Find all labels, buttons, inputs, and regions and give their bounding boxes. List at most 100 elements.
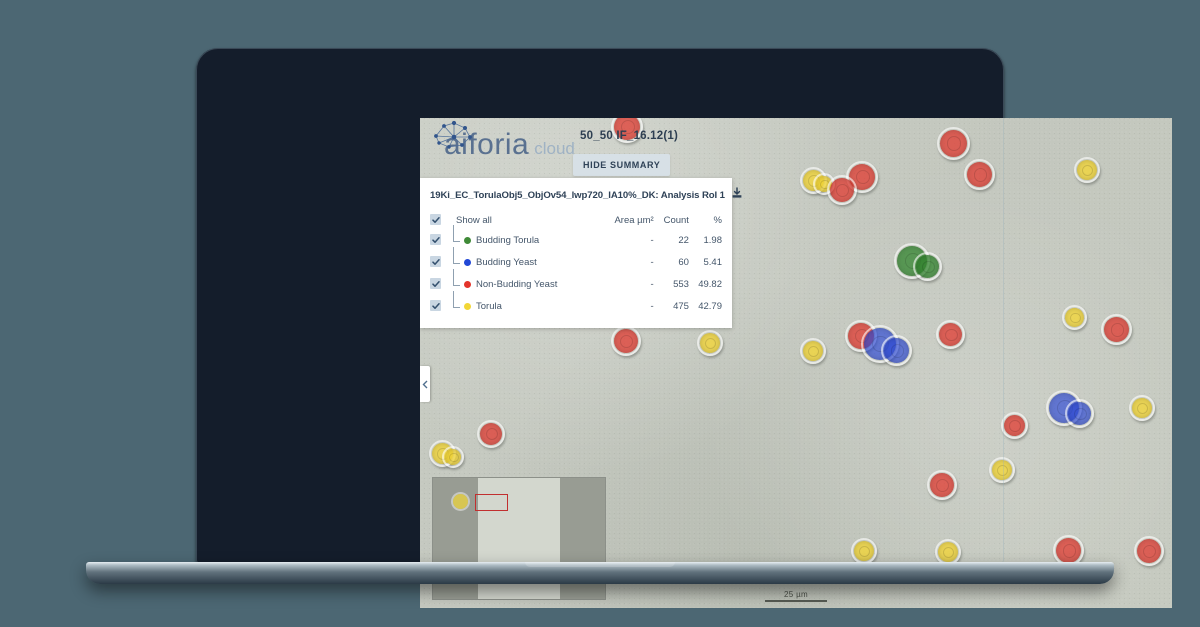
count-cell: 475 xyxy=(673,301,689,312)
cell-fill xyxy=(1077,160,1097,180)
cell-annotation[interactable] xyxy=(1101,314,1132,345)
cell-annotation[interactable] xyxy=(1062,305,1087,330)
area-cell: - xyxy=(650,279,654,290)
cell-fill xyxy=(803,341,823,361)
percent-cell: 5.41 xyxy=(703,257,723,268)
cell-annotation[interactable] xyxy=(800,167,835,195)
cell-bud xyxy=(913,252,942,281)
hide-summary-button[interactable]: HIDE SUMMARY xyxy=(573,154,671,176)
cell-fill xyxy=(614,329,638,353)
row-checkbox-cell[interactable] xyxy=(430,252,450,274)
cell-annotation[interactable] xyxy=(936,320,965,349)
cell-fill xyxy=(939,323,962,346)
area-cell: - xyxy=(650,257,654,268)
count-cell: 553 xyxy=(673,279,689,290)
scale-bar-label: 25 µm xyxy=(784,590,808,599)
show-all-checkbox[interactable] xyxy=(430,214,441,225)
bud-fill xyxy=(445,449,461,465)
cell-annotation[interactable] xyxy=(827,175,857,205)
cell-annotation[interactable] xyxy=(1001,412,1028,439)
count-cell: 60 xyxy=(678,257,689,268)
column-header-area: Area µm² xyxy=(614,214,654,226)
chevron-left-icon xyxy=(422,380,428,388)
row-checkbox[interactable] xyxy=(430,300,441,312)
table-body: Budding Torula - 22 1.98 Budding Yeast - 60 5.4… xyxy=(430,224,723,318)
cell-fill xyxy=(930,473,954,497)
cell-fill xyxy=(830,178,854,202)
check-icon xyxy=(431,216,440,223)
cell-annotation[interactable] xyxy=(861,325,912,366)
bud-fill xyxy=(916,255,939,278)
percent-cell: 1.98 xyxy=(703,235,723,246)
class-summary-table: Show all Area µm² Count % Budding Torula… xyxy=(430,211,722,318)
cell-fill xyxy=(1132,398,1152,418)
class-name-cell: Budding Yeast xyxy=(450,246,599,274)
cell-annotation[interactable] xyxy=(851,538,877,564)
class-name-cell: Non-Budding Yeast xyxy=(450,268,599,296)
cell-annotation[interactable] xyxy=(1074,157,1100,183)
sidebar-collapse-handle[interactable] xyxy=(420,366,430,402)
cell-annotation[interactable] xyxy=(937,127,970,160)
table-row[interactable]: Budding Torula - 22 1.98 xyxy=(430,224,723,252)
table-row[interactable]: Budding Yeast - 60 5.41 xyxy=(430,246,723,274)
show-all-checkbox-cell[interactable] xyxy=(430,211,450,230)
scale-bar-line xyxy=(765,600,827,602)
cell-annotation[interactable] xyxy=(1053,535,1084,566)
cell-annotation[interactable] xyxy=(611,326,641,356)
app-logo[interactable]: aiforia cloud xyxy=(428,120,575,160)
cell-annotation[interactable] xyxy=(429,440,464,468)
row-checkbox-cell[interactable] xyxy=(430,296,450,318)
cell-fill xyxy=(938,542,958,562)
cell-annotation[interactable] xyxy=(1134,536,1164,566)
cell-annotation[interactable] xyxy=(1129,395,1155,421)
class-color-dot xyxy=(464,259,471,266)
cell-annotation[interactable] xyxy=(477,420,505,448)
row-checkbox-cell[interactable] xyxy=(430,230,450,252)
tree-branch-icon xyxy=(450,290,464,315)
cell-annotation[interactable] xyxy=(964,159,995,190)
class-color-dot xyxy=(464,237,471,244)
row-checkbox[interactable] xyxy=(430,256,441,268)
cell-fill xyxy=(967,162,992,187)
table-row[interactable]: Non-Budding Yeast - 553 49.82 xyxy=(430,268,722,296)
screenshot-stage: aiforia cloud 50_50 IF_16.12(1) HIDE SUM… xyxy=(0,0,1200,627)
table-header-row: Show all Area µm² Count % xyxy=(430,211,722,230)
laptop-base-notch xyxy=(525,562,675,567)
cell-fill xyxy=(480,423,502,445)
class-label: Non-Budding Yeast xyxy=(476,279,558,290)
column-header-show-all: Show all xyxy=(456,214,492,226)
cell-annotation[interactable] xyxy=(935,539,961,565)
application-screen: aiforia cloud 50_50 IF_16.12(1) HIDE SUM… xyxy=(420,118,1172,608)
row-checkbox-cell[interactable] xyxy=(430,274,450,296)
table-row[interactable]: Torula - 475 42.79 xyxy=(430,290,722,318)
cell-annotation[interactable] xyxy=(927,470,957,500)
cell-annotation[interactable] xyxy=(894,243,942,281)
row-checkbox[interactable] xyxy=(430,234,441,246)
bud-fill xyxy=(884,338,909,363)
class-name-cell: Torula xyxy=(450,290,599,318)
page-title: 50_50 IF_16.12(1) xyxy=(580,130,679,142)
cell-fill xyxy=(700,333,720,353)
logo-cloud-suffix: cloud xyxy=(534,139,575,158)
percent-cell: 49.82 xyxy=(698,279,722,290)
cell-annotation[interactable] xyxy=(989,457,1015,483)
class-label: Torula xyxy=(476,301,502,312)
scale-bar: 25 µm xyxy=(765,590,827,602)
area-cell: - xyxy=(650,301,654,312)
summary-header: 19Ki_EC_TorulaObj5_ObjOv54_lwp720_IA10%_… xyxy=(430,186,742,211)
download-icon[interactable] xyxy=(731,186,743,204)
row-checkbox[interactable] xyxy=(430,278,441,290)
cell-fill xyxy=(992,460,1012,480)
cell-annotation[interactable] xyxy=(800,338,826,364)
cell-fill xyxy=(1056,538,1081,563)
cell-fill xyxy=(940,130,967,157)
cell-annotation[interactable] xyxy=(697,330,723,356)
minimap-viewport-rect[interactable] xyxy=(475,494,508,511)
cell-annotation[interactable] xyxy=(1046,390,1094,428)
cell-bud xyxy=(881,335,912,366)
class-name-cell: Budding Torula xyxy=(450,224,599,252)
check-icon xyxy=(431,280,440,287)
class-color-dot xyxy=(464,281,471,288)
column-header-count: Count xyxy=(663,214,689,226)
minimap-cell-marker xyxy=(453,494,468,509)
